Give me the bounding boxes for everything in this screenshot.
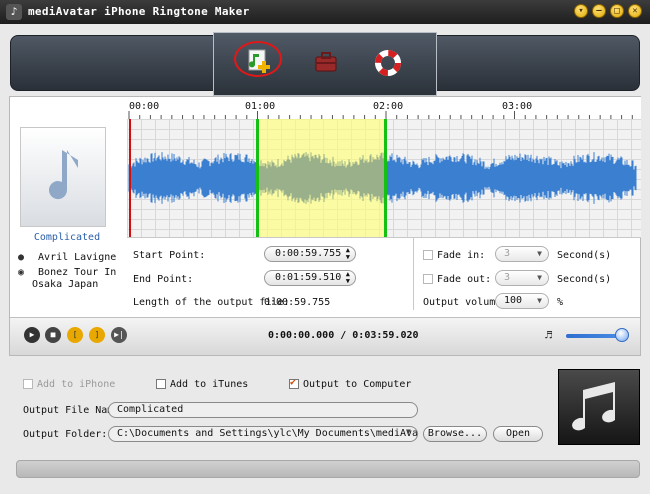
music-note-icon (49, 150, 78, 200)
fade-out-label: Fade out: (437, 274, 492, 285)
output-to-computer-checkbox[interactable] (289, 377, 299, 389)
person-icon: ● (18, 252, 25, 263)
window-title: mediAvatar iPhone Ringtone Maker (28, 5, 250, 18)
fade-out-value: 3 (504, 272, 511, 283)
add-file-button[interactable] (234, 41, 282, 81)
help-button[interactable] (368, 45, 408, 81)
tick-label: 00:00 (129, 101, 160, 112)
stop-button[interactable]: ■ (45, 327, 61, 343)
fade-in-value: 3 (504, 248, 511, 259)
divider (413, 238, 414, 310)
output-volume-select[interactable]: 100 ▼ (495, 293, 549, 309)
album-name-line1: Bonez Tour In (38, 267, 117, 278)
album-name-line2: Osaka Japan (32, 279, 99, 290)
stepper-arrows-icon[interactable]: ▲ ▼ (346, 271, 350, 285)
playhead[interactable] (129, 119, 131, 237)
end-point-label: End Point: (133, 274, 194, 285)
end-point-stepper[interactable]: 0:01:59.510 ▲ ▼ (264, 270, 356, 286)
selection-start-handle[interactable] (255, 119, 259, 237)
toolbox-icon (315, 52, 337, 72)
output-folder-select[interactable]: C:\Documents and Settings\ylc\My Documen… (108, 426, 418, 442)
album-row: ◉ Bonez Tour In (18, 267, 116, 278)
highlight-ring (234, 41, 282, 77)
output-folder-value: C:\Documents and Settings\ylc\My Documen… (117, 428, 418, 439)
fade-in-select[interactable]: 3 ▼ (495, 246, 549, 262)
waveform-area[interactable]: 00:00 01:00 02:00 03:00 (127, 97, 641, 237)
end-point-value: 0:01:59.510 (275, 272, 342, 283)
open-button[interactable]: Open (493, 426, 543, 442)
tick-label: 02:00 (373, 101, 404, 112)
chevron-down-icon: ▼ (537, 273, 542, 282)
output-length-value: 0:00:59.755 (264, 297, 331, 308)
set-start-button[interactable]: [ (67, 327, 83, 343)
output-to-computer-label: Output to Computer (303, 379, 412, 390)
toolbar-button-group (213, 32, 437, 96)
artist-name: Avril Lavigne (38, 252, 117, 263)
output-folder-label: Output Folder: (23, 429, 108, 440)
play-selection-button[interactable]: ▶| (111, 327, 127, 343)
set-end-button[interactable]: ] (89, 327, 105, 343)
status-bar (16, 460, 640, 478)
minimize-button[interactable]: – (592, 4, 606, 18)
app-logo-icon: ♪ (6, 4, 22, 20)
add-to-iphone-label: Add to iPhone (37, 379, 116, 390)
output-section: Add to iPhone Add to iTunes Output to Co… (9, 366, 641, 456)
fade-out-unit: Second(s) (557, 274, 612, 285)
volume-slider-knob[interactable] (614, 328, 629, 342)
fade-out-checkbox[interactable] (423, 274, 433, 284)
chevron-down-icon: ▼ (537, 296, 542, 305)
disc-icon: ◉ (18, 267, 25, 278)
trim-settings: Start Point: 0:00:59.755 ▲ ▼ End Point: 0… (127, 237, 641, 310)
fade-in-checkbox[interactable] (423, 250, 433, 260)
app-window: ♪ mediAvatar iPhone Ringtone Maker ▾ – □… (0, 0, 650, 494)
output-volume-value: 100 (504, 295, 523, 306)
close-button[interactable]: ✕ (628, 4, 642, 18)
editor-panel: Complicated ● Avril Lavigne ◉ Bonez Tour… (9, 96, 641, 356)
percent-unit: % (557, 297, 564, 308)
lifebuoy-icon (375, 50, 401, 76)
browse-button[interactable]: Browse... (423, 426, 487, 442)
stepper-arrows-icon[interactable]: ▲ ▼ (346, 247, 350, 261)
selection-end-handle[interactable] (383, 119, 387, 237)
start-point-stepper[interactable]: 0:00:59.755 ▲ ▼ (264, 246, 356, 262)
tick-label: 03:00 (502, 101, 533, 112)
output-file-name-input[interactable]: Complicated (108, 402, 418, 418)
chevron-down-icon: ▼ (537, 249, 542, 258)
timeline-ruler: 00:00 01:00 02:00 03:00 (127, 97, 641, 119)
speaker-icon[interactable]: ♬ (545, 328, 552, 342)
player-bar: ▶ ■ [ ] ▶| 0:00:00.000 / 0:03:59.020 ♬ (10, 317, 640, 355)
time-readout: 0:00:00.000 / 0:03:59.020 (268, 330, 419, 341)
convert-button[interactable] (558, 369, 640, 445)
play-button[interactable]: ▶ (24, 327, 40, 343)
fade-out-select[interactable]: 3 ▼ (495, 270, 549, 286)
song-title: Complicated (33, 232, 101, 243)
start-point-label: Start Point: (133, 250, 206, 261)
artist-row: ● Avril Lavigne (18, 252, 116, 263)
fade-in-unit: Second(s) (557, 250, 612, 261)
add-to-itunes-label: Add to iTunes (170, 379, 249, 390)
chevron-down-icon[interactable]: ▼ (406, 427, 411, 436)
add-to-itunes-checkbox[interactable] (156, 379, 166, 389)
tick-label: 01:00 (245, 101, 276, 112)
window-menu-button[interactable]: ▾ (574, 4, 588, 18)
maximize-button[interactable]: □ (610, 4, 624, 18)
fade-in-label: Fade in: (437, 250, 486, 261)
music-notes-icon (572, 382, 615, 431)
title-bar: ♪ mediAvatar iPhone Ringtone Maker ▾ – □… (0, 0, 650, 24)
album-cover (20, 127, 106, 227)
start-point-value: 0:00:59.755 (275, 248, 342, 259)
add-to-iphone-checkbox[interactable] (23, 379, 33, 389)
toolbox-button[interactable] (306, 45, 346, 81)
